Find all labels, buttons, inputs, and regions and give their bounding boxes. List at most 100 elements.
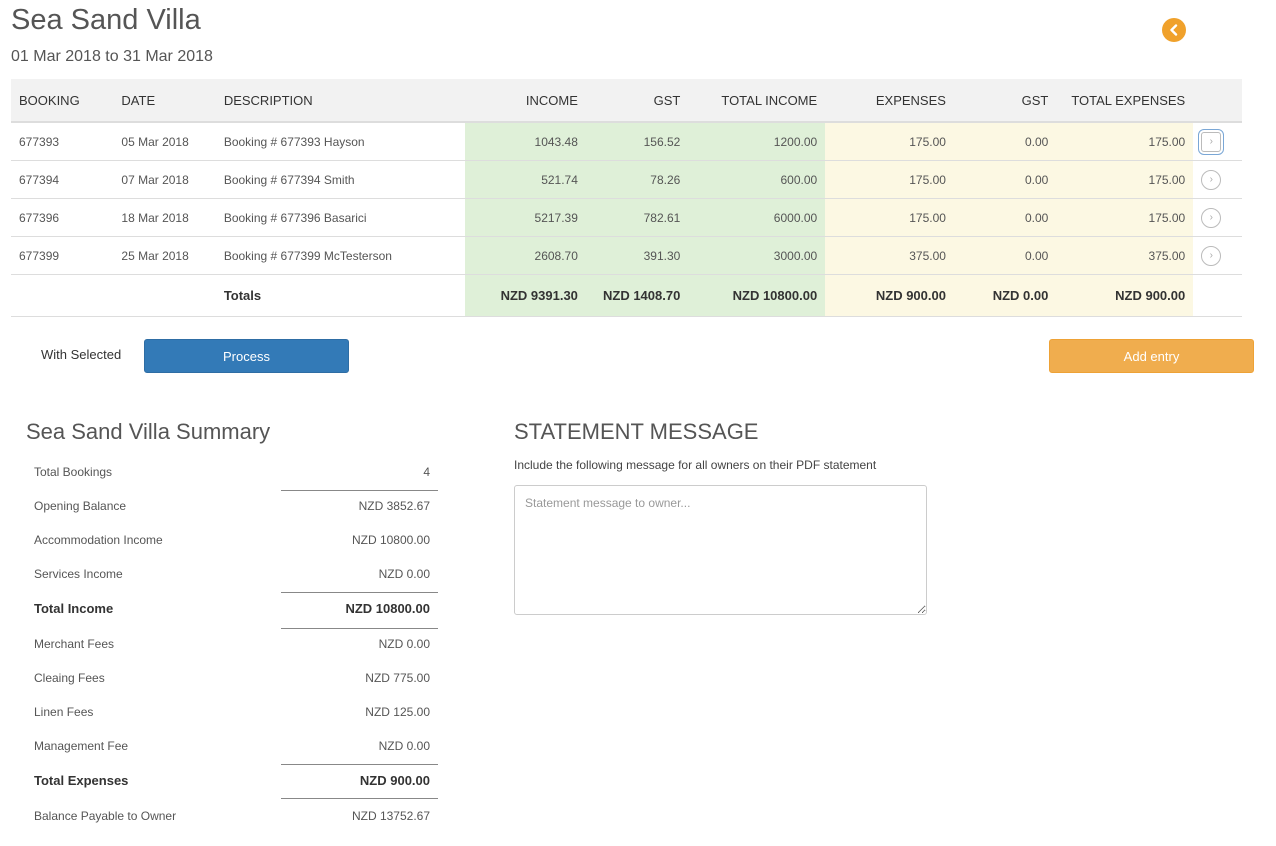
col-header-actions	[1193, 79, 1242, 123]
statement-message-input[interactable]	[514, 485, 927, 615]
summary-merchant-fees: Merchant Fees NZD 0.00	[26, 627, 438, 661]
totals-row: Totals NZD 9391.30 NZD 1408.70 NZD 10800…	[11, 274, 1242, 317]
cell-booking: 677399	[11, 236, 114, 275]
statement-description: Include the following message for all ow…	[514, 458, 877, 472]
summary-label: Balance Payable to Owner	[34, 809, 177, 823]
back-button[interactable]	[1162, 18, 1186, 42]
summary-value: NZD 10800.00	[345, 601, 430, 616]
cell-gst: 78.26	[585, 160, 689, 199]
cell-gst: 782.61	[585, 198, 689, 237]
cell-expenses: 175.00	[825, 198, 954, 237]
cell-expense-gst: 0.00	[953, 236, 1057, 275]
cell-expenses: 375.00	[825, 236, 954, 275]
summary-label: Merchant Fees	[34, 637, 115, 651]
cell-expense-gst: 0.00	[953, 122, 1057, 161]
summary-linen-fees: Linen Fees NZD 125.00	[26, 695, 438, 729]
col-header-expenses: EXPENSES	[825, 79, 954, 123]
summary-value: NZD 10800.00	[351, 533, 430, 547]
process-button[interactable]: Process	[144, 339, 349, 373]
summary-value: NZD 900.00	[359, 773, 430, 788]
cell-booking: 677396	[11, 198, 114, 237]
cell-total-income: 1200.00	[688, 122, 826, 161]
summary-value: NZD 125.00	[365, 705, 430, 719]
cell-total-expenses: 175.00	[1056, 198, 1194, 237]
col-header-description: DESCRIPTION	[215, 79, 466, 123]
col-header-total-income: TOTAL INCOME	[688, 79, 826, 123]
cell-expenses: 175.00	[825, 122, 954, 161]
cell-date: 18 Mar 2018	[113, 198, 216, 237]
summary-value: NZD 3852.67	[358, 499, 430, 513]
cell-booking: 677393	[11, 122, 114, 161]
cell-booking: 677394	[11, 160, 114, 199]
col-header-expense-gst: GST	[953, 79, 1057, 123]
table-row[interactable]: 677393 05 Mar 2018 Booking # 677393 Hays…	[11, 122, 1242, 161]
cell-income: 521.74	[465, 160, 586, 199]
chevron-left-icon	[1170, 24, 1178, 36]
cell-date: 25 Mar 2018	[113, 236, 216, 275]
summary-management-fee: Management Fee NZD 0.00	[26, 729, 438, 765]
cell-income: 2608.70	[465, 236, 586, 275]
summary-label: Management Fee	[34, 739, 129, 753]
summary-total-expenses: Total Expenses NZD 900.00	[26, 763, 438, 799]
bookings-table: BOOKING DATE DESCRIPTION INCOME GST TOTA…	[11, 79, 1242, 317]
cell-date: 05 Mar 2018	[113, 122, 216, 161]
summary-value: 4	[423, 465, 430, 479]
col-header-total-expenses: TOTAL EXPENSES	[1056, 79, 1194, 123]
total-total-income-sum: NZD 10800.00	[688, 274, 826, 317]
date-range: 01 Mar 2018 to 31 Mar 2018	[11, 48, 213, 65]
summary-value: NZD 0.00	[378, 567, 430, 581]
cell-income: 5217.39	[465, 198, 586, 237]
chevron-right-circle-icon[interactable]: ›	[1201, 245, 1222, 266]
add-entry-button[interactable]: Add entry	[1049, 339, 1254, 373]
summary-label: Cleaing Fees	[34, 671, 105, 685]
total-total-expenses-sum: NZD 900.00	[1056, 274, 1194, 317]
cell-expense-gst: 0.00	[953, 198, 1057, 237]
table-row[interactable]: 677394 07 Mar 2018 Booking # 677394 Smit…	[11, 160, 1242, 199]
summary-label: Total Income	[34, 601, 114, 616]
cell-gst: 156.52	[585, 122, 689, 161]
summary-value: NZD 0.00	[378, 637, 430, 651]
summary-cleaning-fees: Cleaing Fees NZD 775.00	[26, 661, 438, 695]
cell-row-action: ›	[1193, 160, 1242, 199]
col-header-date: DATE	[113, 79, 216, 123]
statement-title: STATEMENT MESSAGE	[514, 419, 759, 444]
summary-label: Accommodation Income	[34, 533, 163, 547]
summary-label: Opening Balance	[34, 499, 127, 513]
summary-label: Services Income	[34, 567, 123, 581]
chevron-right-circle-icon[interactable]: ›	[1198, 128, 1225, 155]
cell-income: 1043.48	[465, 122, 586, 161]
summary-value: NZD 13752.67	[351, 809, 430, 823]
cell-total-income: 600.00	[688, 160, 826, 199]
cell-total-income: 6000.00	[688, 198, 826, 237]
cell-total-income: 3000.00	[688, 236, 826, 275]
cell-total-expenses: 175.00	[1056, 122, 1194, 161]
cell-expense-gst: 0.00	[953, 160, 1057, 199]
table-row[interactable]: 677396 18 Mar 2018 Booking # 677396 Basa…	[11, 198, 1242, 237]
summary-balance-payable: Balance Payable to Owner NZD 13752.67	[26, 799, 438, 833]
summary-value: NZD 775.00	[365, 671, 430, 685]
summary-value: NZD 0.00	[378, 739, 430, 753]
chevron-right-circle-icon[interactable]: ›	[1201, 207, 1222, 228]
summary-total-bookings: Total Bookings 4	[26, 455, 438, 491]
total-gst-sum: NZD 1408.70	[585, 274, 689, 317]
page-title: Sea Sand Villa	[11, 4, 201, 36]
chevron-right-circle-icon[interactable]: ›	[1201, 169, 1222, 190]
summary-total-income: Total Income NZD 10800.00	[26, 591, 438, 629]
summary-title: Sea Sand Villa Summary	[26, 419, 271, 444]
totals-label: Totals	[215, 274, 466, 317]
total-expenses-sum: NZD 900.00	[825, 274, 954, 317]
cell-expenses: 175.00	[825, 160, 954, 199]
cell-row-action: ›	[1193, 122, 1242, 161]
table-row[interactable]: 677399 25 Mar 2018 Booking # 677399 McTe…	[11, 236, 1242, 275]
cell-description: Booking # 677399 McTesterson	[215, 236, 466, 275]
summary-label: Linen Fees	[34, 705, 94, 719]
summary-accommodation-income: Accommodation Income NZD 10800.00	[26, 523, 438, 557]
summary-services-income: Services Income NZD 0.00	[26, 557, 438, 593]
cell-date: 07 Mar 2018	[113, 160, 216, 199]
total-income-sum: NZD 9391.30	[465, 274, 586, 317]
summary-label: Total Bookings	[34, 465, 113, 479]
cell-description: Booking # 677394 Smith	[215, 160, 466, 199]
col-header-gst: GST	[585, 79, 689, 123]
table-header-row: BOOKING DATE DESCRIPTION INCOME GST TOTA…	[11, 79, 1242, 123]
cell-description: Booking # 677396 Basarici	[215, 198, 466, 237]
